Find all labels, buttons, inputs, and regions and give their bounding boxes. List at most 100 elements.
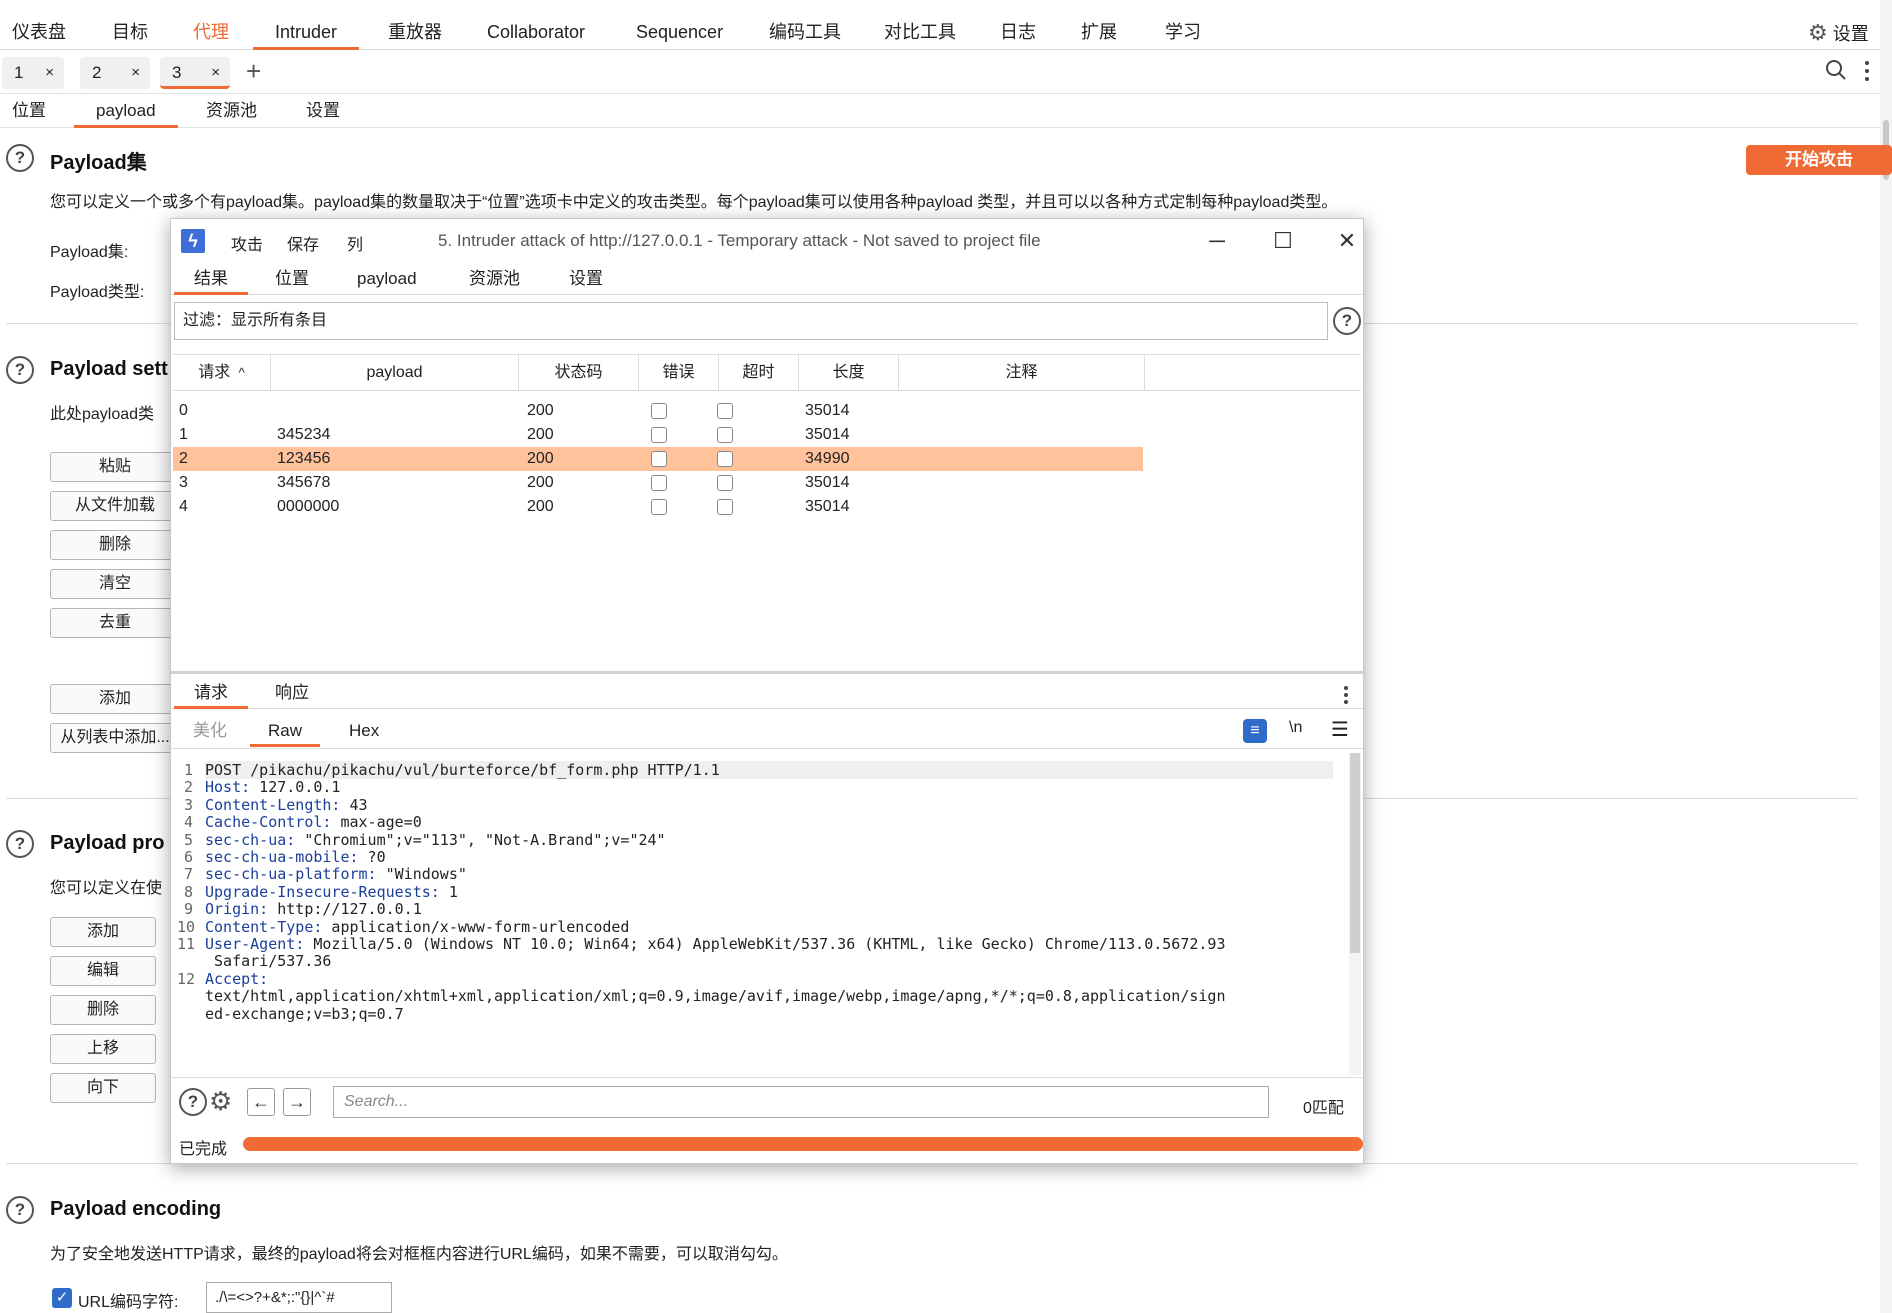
table-row[interactable]: 1 345234 200 35014	[173, 423, 1143, 447]
tab-resource-pool[interactable]: 资源池	[469, 263, 520, 295]
results-filter-bar[interactable]: 过滤：显示所有条目	[174, 302, 1328, 340]
nav-comparer[interactable]: 对比工具	[884, 14, 956, 50]
page-scrollbar[interactable]	[1880, 0, 1892, 1313]
nav-proxy[interactable]: 代理	[193, 14, 229, 50]
tab-resource-pool[interactable]: 资源池	[206, 94, 257, 128]
nav-intruder[interactable]: Intruder	[253, 14, 360, 50]
add-tab-icon[interactable]: +	[246, 56, 261, 87]
help-icon[interactable]: ?	[6, 1196, 34, 1224]
col-payload[interactable]: payload	[271, 355, 519, 391]
table-row[interactable]: 3 345678 200 35014	[173, 471, 1143, 495]
show-newlines-icon[interactable]: \n	[1289, 719, 1302, 737]
url-encode-checkbox[interactable]: ✓	[52, 1288, 72, 1308]
results-table-header: 请求 ^ payload 状态码 错误 超时 长度 注释	[173, 354, 1361, 391]
tab-raw[interactable]: Raw	[250, 715, 321, 747]
nav-collaborator[interactable]: Collaborator	[487, 14, 585, 50]
error-checkbox	[651, 499, 667, 515]
processing-down-button[interactable]: 向下	[50, 1073, 156, 1103]
nav-extensions[interactable]: 扩展	[1081, 14, 1117, 50]
clear-button[interactable]: 清空	[50, 569, 180, 599]
nav-target[interactable]: 目标	[112, 14, 148, 50]
table-row[interactable]: 2 123456 200 34990	[173, 447, 1143, 471]
url-encode-chars-input[interactable]: ./\=<>?+&*;:"{}|^`#	[206, 1282, 392, 1313]
menu-attack[interactable]: 攻击	[231, 231, 263, 255]
help-icon[interactable]: ?	[6, 830, 34, 858]
line-number: 8	[183, 882, 193, 901]
tab-payloads[interactable]: payload	[74, 94, 178, 128]
cell-request: 1	[179, 426, 188, 443]
error-checkbox	[651, 427, 667, 443]
help-icon[interactable]: ?	[179, 1088, 207, 1116]
line-number: 11	[177, 935, 196, 953]
tab-settings[interactable]: 设置	[306, 94, 340, 128]
gear-icon: ⚙	[1808, 20, 1828, 45]
maximize-icon[interactable]: ☐	[1261, 225, 1305, 257]
pane-splitter[interactable]	[171, 671, 1363, 674]
col-comment[interactable]: 注释	[899, 355, 1145, 391]
tab-positions[interactable]: 位置	[275, 263, 309, 295]
close-icon[interactable]: ×	[131, 57, 140, 89]
editor-search-bar: ? ⚙ ← → Search... 0匹配	[171, 1077, 1363, 1125]
nav-decoder[interactable]: 编码工具	[769, 14, 841, 50]
search-icon[interactable]	[1824, 58, 1848, 82]
close-icon[interactable]: ×	[45, 57, 54, 89]
tab-request[interactable]: 请求	[174, 677, 248, 709]
menu-save[interactable]: 保存	[287, 231, 319, 255]
deduplicate-button[interactable]: 去重	[50, 608, 180, 638]
remove-button[interactable]: 删除	[50, 530, 180, 560]
col-status[interactable]: 状态码	[519, 355, 639, 391]
tab-hex[interactable]: Hex	[349, 715, 379, 747]
nav-learn[interactable]: 学习	[1165, 14, 1201, 50]
search-input[interactable]: Search...	[333, 1086, 1269, 1118]
tab-positions[interactable]: 位置	[12, 94, 46, 128]
menu-columns[interactable]: 列	[347, 231, 363, 255]
help-icon[interactable]: ?	[1333, 307, 1361, 335]
instance-tab-3[interactable]: 3 ×	[160, 57, 230, 89]
processing-edit-button[interactable]: 编辑	[50, 956, 156, 986]
nav-logger[interactable]: 日志	[1000, 14, 1036, 50]
help-icon[interactable]: ?	[6, 144, 34, 172]
col-error[interactable]: 错误	[639, 355, 719, 391]
tab-response[interactable]: 响应	[275, 677, 309, 709]
header-name: Origin:	[205, 900, 269, 919]
instance-tab-1[interactable]: 1 ×	[2, 57, 64, 89]
table-row[interactable]: 4 0000000 200 35014	[173, 495, 1143, 519]
tab-settings[interactable]: 设置	[569, 263, 603, 295]
payload-encoding-title: Payload encoding	[50, 1198, 222, 1220]
close-window-icon[interactable]: ✕	[1325, 225, 1369, 257]
more-vertical-icon[interactable]	[1343, 685, 1349, 705]
previous-match-icon[interactable]: ←	[247, 1088, 275, 1116]
tab-payloads[interactable]: payload	[357, 263, 417, 295]
col-length[interactable]: 长度	[799, 355, 899, 391]
window-title-bar: ϟ 攻击 保存 列 5. Intruder attack of http://1…	[171, 219, 1363, 263]
paste-button[interactable]: 粘贴	[50, 452, 180, 482]
processing-add-button[interactable]: 添加	[50, 917, 156, 947]
request-editor[interactable]: 1 POST /pikachu/pikachu/vul/burteforce/bf…	[173, 753, 1333, 1073]
tab-results[interactable]: 结果	[174, 263, 248, 295]
tab-pretty[interactable]: 美化	[193, 715, 227, 747]
help-icon[interactable]: ?	[6, 356, 34, 384]
next-match-icon[interactable]: →	[283, 1088, 311, 1116]
menu-icon[interactable]: ☰	[1331, 717, 1349, 742]
processing-up-button[interactable]: 上移	[50, 1034, 156, 1064]
nav-dashboard[interactable]: 仪表盘	[12, 14, 66, 50]
start-attack-button[interactable]: 开始攻击	[1746, 145, 1892, 175]
instance-tab-2[interactable]: 2 ×	[80, 57, 150, 89]
nav-repeater[interactable]: 重放器	[388, 14, 442, 50]
load-from-file-button[interactable]: 从文件加载	[50, 491, 180, 521]
close-icon[interactable]: ×	[211, 57, 220, 89]
table-row[interactable]: 0 200 35014	[173, 399, 1143, 423]
col-request[interactable]: 请求 ^	[173, 355, 271, 391]
more-vertical-icon[interactable]	[1864, 60, 1870, 82]
gear-icon[interactable]: ⚙	[209, 1086, 232, 1117]
processing-remove-button[interactable]: 删除	[50, 995, 156, 1025]
header-value: 127.0.0.1	[250, 778, 341, 797]
add-button[interactable]: 添加	[50, 684, 180, 714]
col-timeout[interactable]: 超时	[719, 355, 799, 391]
nav-sequencer[interactable]: Sequencer	[636, 14, 723, 50]
settings-button[interactable]: ⚙ 设置	[1808, 14, 1869, 50]
editor-scrollbar[interactable]	[1349, 753, 1361, 1075]
word-wrap-icon[interactable]: ≡	[1243, 719, 1267, 743]
minimize-icon[interactable]: ─	[1195, 225, 1239, 257]
add-from-list-button[interactable]: 从列表中添加...	[50, 723, 180, 753]
